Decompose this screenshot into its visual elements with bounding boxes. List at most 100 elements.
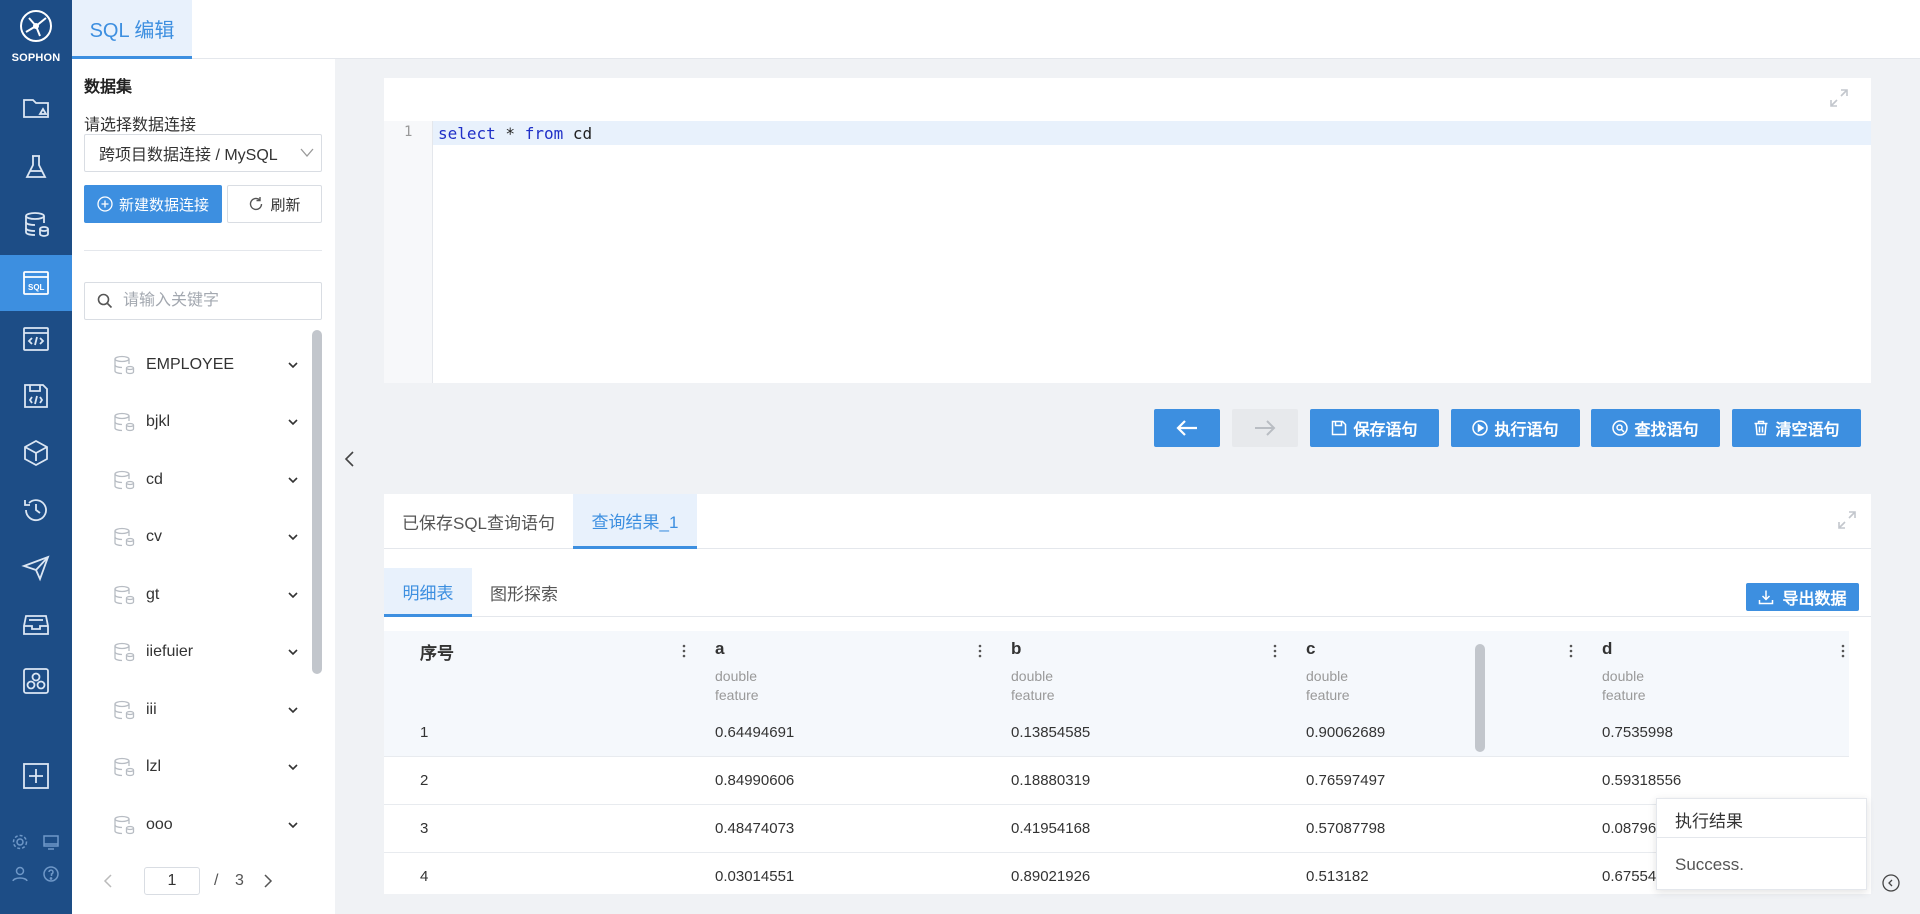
rail-model[interactable]: [0, 425, 72, 481]
column-menu-icon[interactable]: [978, 644, 982, 658]
plus-box-icon: [23, 763, 49, 789]
chevron-down-icon[interactable]: [286, 473, 300, 487]
database-icon: [114, 470, 135, 489]
tab-chart-explore[interactable]: 图形探索: [472, 568, 576, 617]
table-row[interactable]: 4 0.03014551 0.89021926 0.513182 0.67554: [384, 853, 1849, 894]
save-statement-button[interactable]: 保存语句: [1310, 409, 1439, 447]
find-statement-label: 查找语句: [1634, 422, 1699, 439]
table-scrollbar[interactable]: [1475, 644, 1485, 752]
dataset-item[interactable]: cv: [112, 509, 312, 566]
chevron-down-icon[interactable]: [286, 588, 300, 602]
rail-inbox[interactable]: [0, 596, 72, 652]
rail-help[interactable]: [39, 862, 63, 886]
code-table: cd: [563, 124, 593, 143]
new-connection-button[interactable]: 新建数据连接: [84, 185, 222, 223]
dataset-item[interactable]: EMPLOYEE: [112, 336, 312, 393]
column-type: double: [1011, 668, 1054, 684]
rail-code-save[interactable]: [0, 368, 72, 424]
find-statement-button[interactable]: 查找语句: [1591, 409, 1720, 447]
export-data-button[interactable]: 导出数据: [1746, 583, 1859, 611]
database-icon: [114, 700, 135, 719]
column-header: 序号: [420, 639, 454, 664]
sql-editor[interactable]: 1 select * from cd: [384, 78, 1871, 383]
rail-sql[interactable]: SQL: [0, 255, 72, 311]
dataset-item-label: iiefuier: [146, 643, 194, 660]
rail-publish[interactable]: [0, 539, 72, 595]
redo-button[interactable]: [1232, 409, 1298, 447]
new-connection-label: 新建数据连接: [118, 196, 209, 214]
rail-settings[interactable]: [8, 830, 32, 854]
chevron-down-icon[interactable]: [286, 703, 300, 717]
toast-title: 执行结果: [1675, 812, 1743, 831]
table-row[interactable]: 1 0.64494691 0.13854585 0.90062689 0.7535998: [384, 709, 1849, 757]
column-menu-icon[interactable]: [1569, 644, 1573, 658]
chevron-down-icon[interactable]: [286, 760, 300, 774]
chevron-left-icon[interactable]: [100, 873, 116, 889]
dataset-title: 数据集: [84, 79, 133, 96]
table-cell: 0.41954168: [1011, 820, 1091, 837]
download-icon: [1759, 590, 1774, 605]
column-menu-icon[interactable]: [1273, 644, 1277, 658]
table-cell: 0.67554: [1602, 868, 1657, 885]
table-cell: 0.89021926: [1011, 868, 1091, 885]
table-cell: 0.18880319: [1011, 772, 1091, 789]
logo-text: SOPHON: [11, 52, 61, 64]
rail-monitor[interactable]: [39, 830, 63, 854]
clear-statement-button[interactable]: 清空语句: [1732, 409, 1861, 447]
chevron-down-icon[interactable]: [286, 358, 300, 372]
chevron-right-icon[interactable]: [260, 873, 276, 889]
page-input[interactable]: 1: [144, 867, 200, 895]
chevron-down-icon[interactable]: [286, 415, 300, 429]
sql-code-line[interactable]: select * from cd: [438, 124, 592, 143]
chevron-down-icon[interactable]: [286, 818, 300, 832]
refresh-icon: [250, 197, 263, 211]
tab-saved-queries[interactable]: 已保存SQL查询语句: [384, 494, 573, 549]
help-circle-icon[interactable]: [1882, 874, 1900, 892]
rail-lab[interactable]: [0, 139, 72, 195]
dataset-item[interactable]: cd: [112, 451, 312, 508]
rail-user[interactable]: [8, 862, 32, 886]
dataset-item[interactable]: gt: [112, 566, 312, 623]
sophon-logo[interactable]: SOPHON: [0, 8, 72, 64]
dataset-item-label: ooo: [146, 815, 173, 833]
column-name: 序号: [420, 644, 454, 663]
column-menu-icon[interactable]: [1841, 644, 1845, 658]
dataset-pager: 1 / 3: [84, 867, 324, 897]
column-menu-icon[interactable]: [682, 644, 686, 658]
run-statement-button[interactable]: 执行语句: [1451, 409, 1580, 447]
dataset-scrollbar[interactable]: [312, 330, 322, 674]
table-row[interactable]: 3 0.48474073 0.41954168 0.57087798 0.08796: [384, 805, 1849, 853]
tab-detail-table[interactable]: 明细表: [384, 568, 472, 617]
table-row[interactable]: 2 0.84990606 0.18880319 0.76597497 0.5931855…: [384, 757, 1849, 805]
undo-button[interactable]: [1154, 409, 1220, 447]
rail-code[interactable]: [0, 311, 72, 367]
database-icon: [114, 527, 135, 547]
dataset-search[interactable]: [84, 282, 322, 320]
table-cell: 0.03014551: [715, 868, 795, 885]
refresh-button[interactable]: 刷新: [227, 185, 322, 223]
rail-history[interactable]: [0, 482, 72, 538]
expand-icon[interactable]: [1837, 510, 1857, 530]
rail-cluster[interactable]: [0, 653, 72, 709]
dataset-item[interactable]: lzl: [112, 739, 312, 796]
dataset-item[interactable]: iiefuier: [112, 624, 312, 681]
dataset-item[interactable]: ooo: [112, 796, 312, 853]
dataset-item[interactable]: iii: [112, 681, 312, 738]
chevron-down-icon[interactable]: [286, 530, 300, 544]
tab-sql-editor[interactable]: SQL 编辑: [72, 0, 192, 59]
send-icon: [21, 555, 50, 582]
dataset-item[interactable]: bjkl: [112, 394, 312, 451]
collapse-panel-icon[interactable]: [340, 447, 360, 471]
dataset-list: EMPLOYEE bjkl cd cv gt iiefuier iii lzl ooo: [72, 331, 322, 856]
inbox-icon: [23, 615, 49, 635]
run-statement-label: 执行语句: [1494, 422, 1559, 439]
rail-add[interactable]: [0, 748, 72, 804]
expand-icon[interactable]: [1829, 88, 1849, 108]
tab-query-result[interactable]: 查询结果_1: [573, 494, 697, 549]
chevron-down-icon[interactable]: [286, 645, 300, 659]
search-input[interactable]: [121, 291, 311, 311]
rail-projects[interactable]: [0, 80, 72, 136]
table-cell: 2: [420, 772, 429, 789]
rail-datasets[interactable]: [0, 196, 72, 252]
connection-select[interactable]: 跨项目数据连接 / MySQL: [84, 134, 322, 172]
